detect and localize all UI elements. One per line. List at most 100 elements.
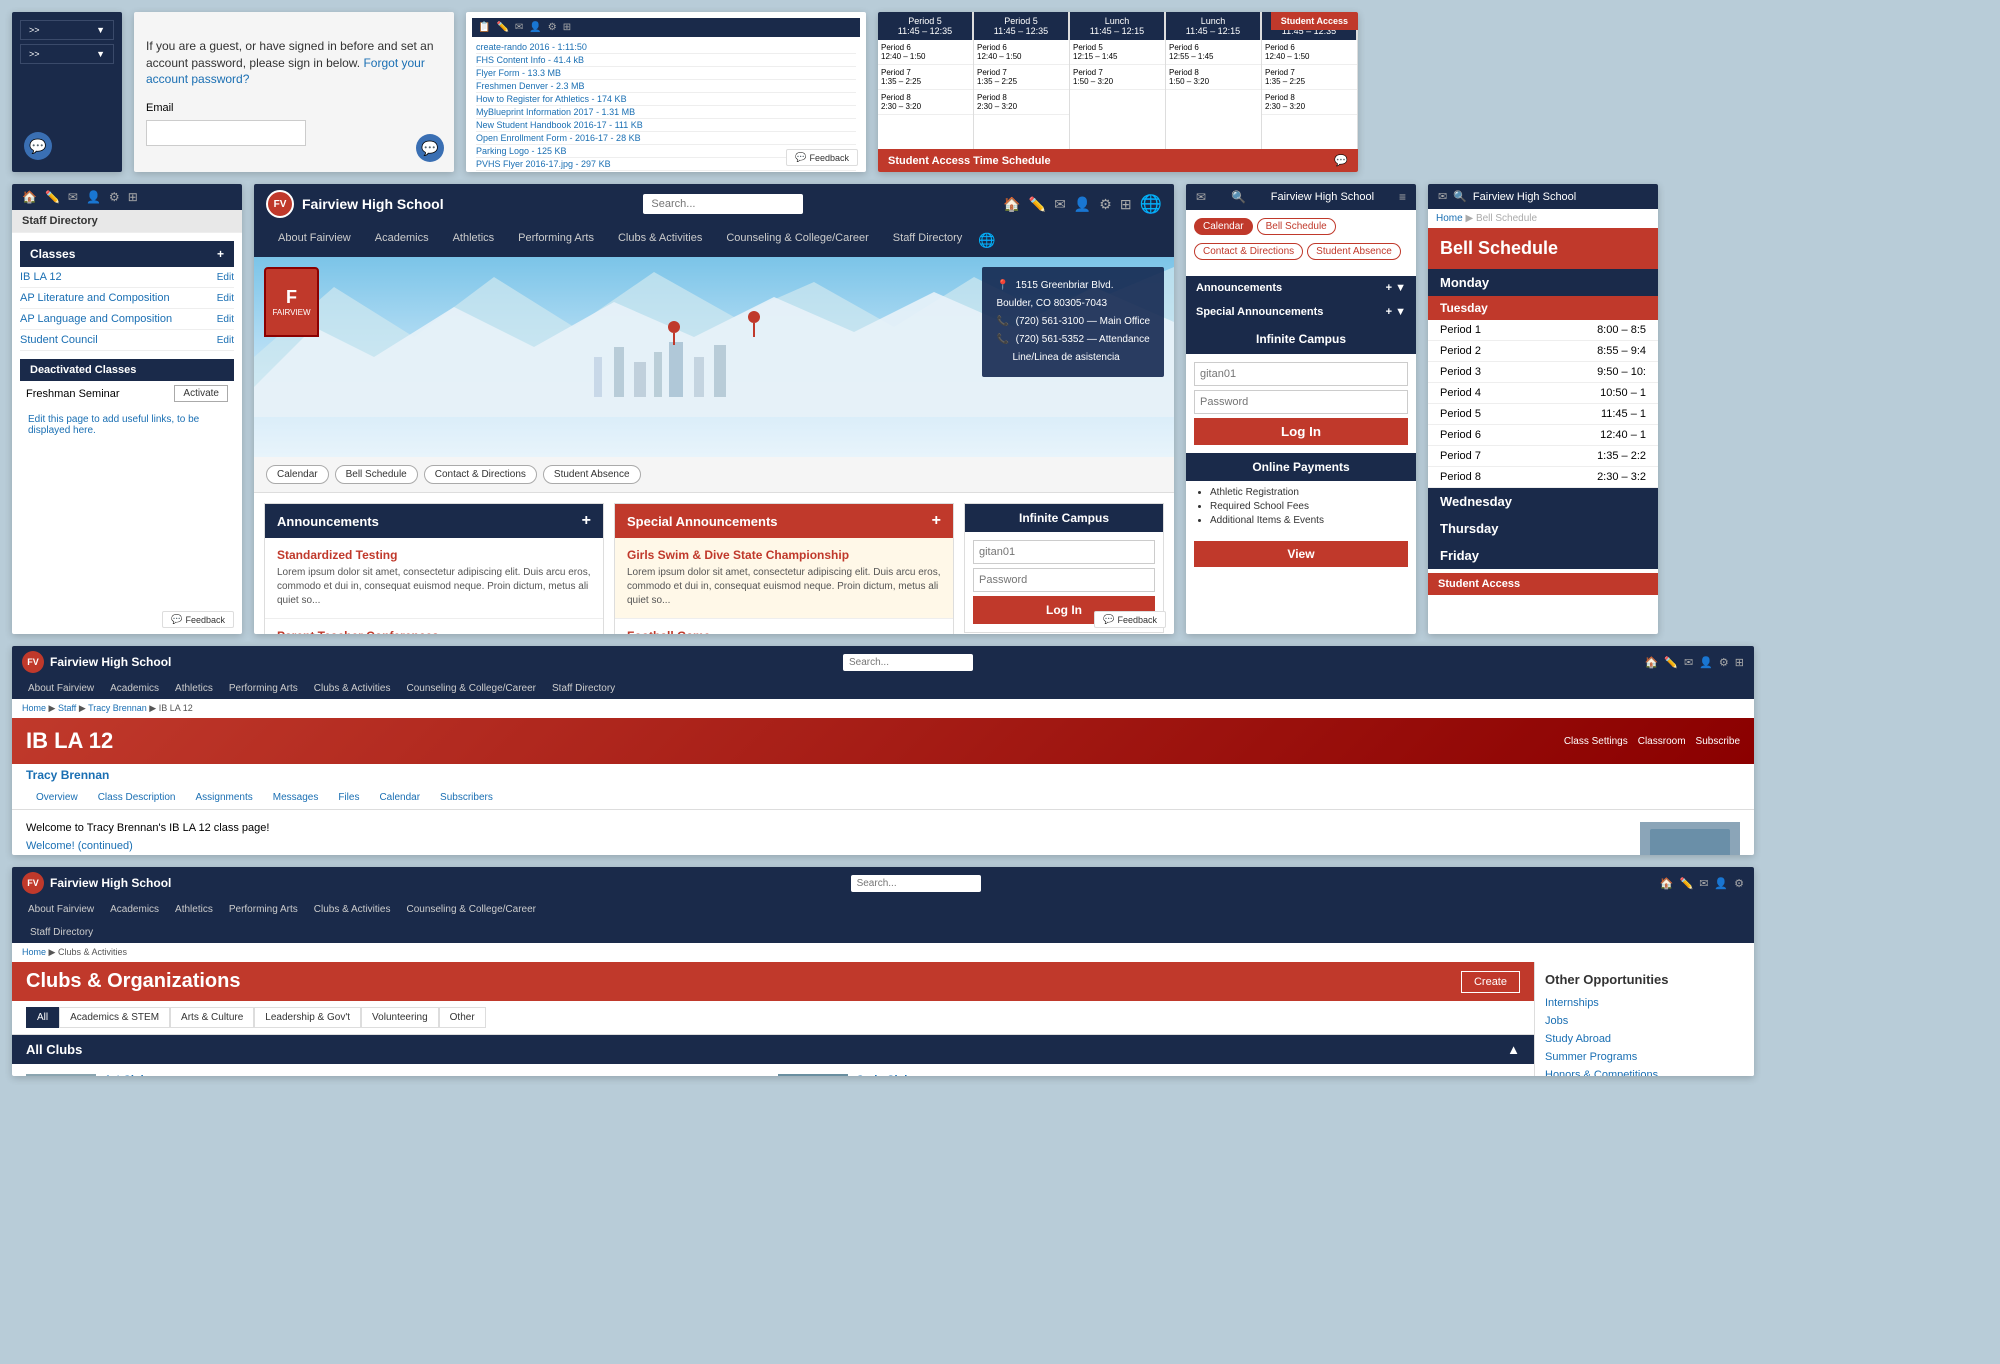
nav-arts[interactable]: Performing Arts (506, 224, 606, 257)
nav-icon-globe[interactable]: 🌐 (974, 224, 999, 257)
create-club-btn[interactable]: Create (1461, 971, 1520, 993)
tab-subscribers[interactable]: Subscribers (430, 786, 503, 809)
filter-tab-arts[interactable]: Arts & Culture (170, 1007, 254, 1028)
globe-icon-main[interactable]: 🌐 (1140, 194, 1162, 215)
filter-tab-academics[interactable]: Academics & STEM (59, 1007, 170, 1028)
file-item-4[interactable]: Freshmen Denver - 2.3 MB (476, 80, 856, 93)
grid-icon-files[interactable]: ⊞ (563, 22, 571, 33)
nav-staff[interactable]: Staff Directory (881, 224, 975, 257)
filter-tab-leadership[interactable]: Leadership & Gov't (254, 1007, 361, 1028)
clubs-nav-about[interactable]: About Fairview (20, 899, 102, 920)
opp-internships[interactable]: Internships (1545, 997, 1744, 1009)
quick-link-absence[interactable]: Student Absence (543, 465, 641, 484)
mobile-ic-username[interactable] (1194, 362, 1408, 386)
ann-add-icon[interactable]: + (582, 512, 591, 530)
tab-calendar[interactable]: Calendar (369, 786, 430, 809)
opp-summer[interactable]: Summer Programs (1545, 1051, 1744, 1063)
quick-link-contact[interactable]: Contact & Directions (424, 465, 537, 484)
class-edit-2[interactable]: Edit (217, 293, 234, 304)
mobile-tag-calendar[interactable]: Calendar (1194, 218, 1253, 235)
clubs-nav-counseling[interactable]: Counseling & College/Career (398, 899, 544, 920)
bell-search-icon[interactable]: 🔍 (1453, 190, 1467, 203)
opp-jobs[interactable]: Jobs (1545, 1015, 1744, 1027)
quick-link-bell[interactable]: Bell Schedule (335, 465, 418, 484)
bc-home[interactable]: Home (22, 703, 46, 713)
mobile-menu-icon[interactable]: ≡ (1399, 190, 1406, 204)
nav-athletics[interactable]: Athletics (441, 224, 507, 257)
search-input-main[interactable] (643, 194, 803, 214)
class-nav-about[interactable]: About Fairview (20, 678, 102, 699)
clubs-gear-icon[interactable]: ⚙ (1734, 877, 1744, 890)
file-item-5[interactable]: How to Register for Athletics - 174 KB (476, 93, 856, 106)
quick-link-calendar[interactable]: Calendar (266, 465, 329, 484)
activate-btn-1[interactable]: Activate (174, 385, 228, 402)
feedback-btn-files[interactable]: 💬 Feedback (786, 149, 858, 166)
mail-icon-main[interactable]: ✉ (1054, 196, 1066, 213)
class-edit-1[interactable]: Edit (217, 272, 234, 283)
edit-page-link[interactable]: Edit this page to add useful links, to b… (20, 406, 234, 444)
tab-files[interactable]: Files (328, 786, 369, 809)
add-class-btn[interactable]: + (217, 247, 224, 261)
sidebar-icon-pencil[interactable]: ✏️ (45, 190, 60, 204)
code-club-name[interactable]: Code Club (856, 1074, 911, 1076)
file-item-11[interactable]: Pre-arranged absence form - 234 KB (476, 171, 856, 172)
filter-tab-all[interactable]: All (26, 1007, 59, 1028)
tab-messages[interactable]: Messages (263, 786, 329, 809)
clubs-nav-clubs[interactable]: Clubs & Activities (306, 899, 399, 920)
mobile-tag-absence[interactable]: Student Absence (1307, 243, 1401, 260)
forgot-password-link[interactable]: Forgot your account password? (146, 56, 425, 87)
class-mail-icon[interactable]: ✉ (1684, 656, 1693, 669)
opp-study-abroad[interactable]: Study Abroad (1545, 1033, 1744, 1045)
ic-username[interactable] (973, 540, 1155, 564)
tab-assignments[interactable]: Assignments (186, 786, 263, 809)
class-nav-clubs[interactable]: Clubs & Activities (306, 678, 399, 699)
clubs-nav-academics[interactable]: Academics (102, 899, 167, 920)
mail-icon-files[interactable]: ✉ (515, 22, 523, 33)
mobile-view-btn[interactable]: View (1194, 541, 1408, 567)
bc-staff[interactable]: Staff (58, 703, 76, 713)
clubs-collapse-icon[interactable]: ▲ (1507, 1042, 1520, 1057)
clubs-nav-arts[interactable]: Performing Arts (221, 899, 306, 920)
clubs-person-icon[interactable]: 👤 (1714, 877, 1728, 890)
bc-teacher[interactable]: Tracy Brennan (88, 703, 147, 713)
class-edit-4[interactable]: Edit (217, 335, 234, 346)
sidebar-icon-grid[interactable]: ⊞ (128, 190, 138, 204)
edit-icon-files[interactable]: ✏️ (496, 22, 508, 33)
mobile-ann-expand[interactable]: + ▼ (1386, 282, 1406, 294)
sidebar-icon-person[interactable]: 👤 (86, 190, 101, 204)
feedback-btn-main[interactable]: 💬 Feedback (1094, 611, 1166, 628)
sidebar-nav-staff[interactable]: Staff Directory (12, 210, 242, 233)
bell-breadcrumb-home[interactable]: Home (1436, 213, 1463, 224)
clubs-nav-athletics[interactable]: Athletics (167, 899, 221, 920)
pencil-icon-main[interactable]: ✏️ (1029, 196, 1046, 213)
classroom-link[interactable]: Classroom (1638, 736, 1686, 747)
class-edit-3[interactable]: Edit (217, 314, 234, 325)
file-item-1[interactable]: create-rando 2016 - 1:11:50 (476, 41, 856, 54)
class-search[interactable] (843, 654, 973, 671)
art-club-name[interactable]: Art Club (104, 1074, 147, 1076)
email-input[interactable] (146, 120, 306, 146)
mobile-search-icon[interactable]: 🔍 (1231, 190, 1246, 204)
class-pencil-icon[interactable]: ✏️ (1664, 656, 1678, 669)
class-nav-staff[interactable]: Staff Directory (544, 678, 623, 699)
person-icon-files[interactable]: 👤 (529, 22, 541, 33)
class-gear-icon[interactable]: ⚙ (1719, 656, 1729, 669)
gear-icon-main[interactable]: ⚙ (1099, 196, 1112, 213)
file-item-2[interactable]: FHS Content Info - 41.4 kB (476, 54, 856, 67)
class-person-icon[interactable]: 👤 (1699, 656, 1713, 669)
nav-clubs[interactable]: Clubs & Activities (606, 224, 714, 257)
chat-icon-login[interactable]: 💬 (416, 134, 444, 162)
feedback-btn-sidebar[interactable]: 💬 Feedback (162, 611, 234, 628)
teacher-name[interactable]: Tracy Brennan (12, 764, 1754, 786)
welcome-continued[interactable]: Welcome! (continued) (26, 840, 1740, 852)
chat-icon-left[interactable]: 💬 (24, 132, 52, 160)
tab-overview[interactable]: Overview (26, 786, 88, 809)
class-nav-counseling[interactable]: Counseling & College/Career (398, 678, 544, 699)
class-nav-arts[interactable]: Performing Arts (221, 678, 306, 699)
gear-icon-files[interactable]: ⚙ (548, 22, 557, 33)
nav-btn-1[interactable]: >> ▼ (20, 20, 114, 40)
nav-btn-2[interactable]: >> ▼ (20, 44, 114, 64)
file-item-8[interactable]: Open Enrollment Form - 2016-17 - 28 KB (476, 132, 856, 145)
sidebar-icon-gear[interactable]: ⚙ (109, 190, 120, 204)
bell-mail-icon[interactable]: ✉ (1438, 190, 1447, 203)
